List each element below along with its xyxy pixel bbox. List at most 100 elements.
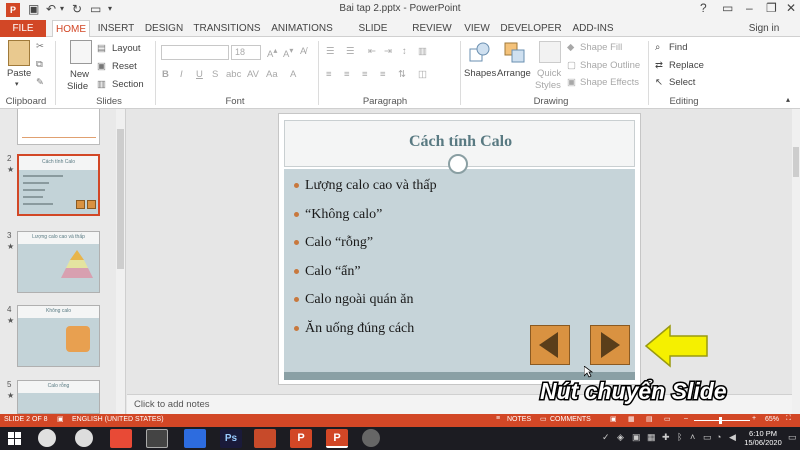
battery-icon[interactable]: ▭ [703,432,712,443]
font-size-field[interactable]: 18 [231,45,261,60]
chrome-icon[interactable] [38,429,56,447]
quick-styles-label-1[interactable]: Quick [537,68,561,79]
bullet-item[interactable]: Calo “rỗng” [294,235,373,251]
slide-title[interactable]: Cách tính Calo [285,133,636,151]
thumbnail-slide-3[interactable]: Lượng calo cao và thấp [17,231,100,293]
italic-icon[interactable]: I [180,69,183,80]
app-circle-icon[interactable] [75,429,93,447]
tray-icon[interactable]: ✚ [662,432,670,443]
arrange-button[interactable]: Arrange [497,68,531,79]
bold-icon[interactable]: B [162,69,169,80]
new-slide-label-2[interactable]: Slide [67,81,88,92]
line-spacing-icon[interactable]: ↕ [402,46,407,57]
slide-sorter-icon[interactable]: ▦ [628,415,635,423]
font-name-field[interactable] [161,45,229,60]
smartart-icon[interactable]: ◫ [418,69,427,80]
shadow-icon[interactable]: S [212,69,218,80]
bullet-item[interactable]: Calo “ẩn” [294,264,361,280]
tab-file[interactable]: FILE [0,20,46,37]
tray-icon[interactable]: ▣ [632,432,641,443]
show-hidden-icons[interactable]: ˄ [690,432,695,442]
tab-add-ins[interactable]: ADD-INS [568,20,618,37]
bullet-item[interactable]: Ăn uống đúng cách [294,321,414,337]
clock[interactable]: 6:10 PM 15/06/2020 [740,429,786,447]
align-right-icon[interactable]: ≡ [362,69,368,80]
shape-fill-button[interactable]: Shape Fill [580,42,622,53]
close-icon[interactable]: ✕ [786,1,796,15]
notes-placeholder[interactable]: Click to add notes [134,399,210,410]
align-left-icon[interactable]: ≡ [326,69,332,80]
photoshop-icon[interactable]: Ps [220,429,242,448]
clear-formatting-icon[interactable]: A̸ [300,46,306,57]
bullet-item[interactable]: Calo ngoài quán ăn [294,292,413,308]
tab-review[interactable]: REVIEW [410,20,454,37]
minimize-icon[interactable]: – [746,1,753,15]
thumbnail-slide-2[interactable]: Cách tính Calo [17,154,100,216]
thumbnails-scrollbar[interactable] [116,109,125,414]
quick-styles-icon[interactable] [539,41,561,63]
section-button[interactable]: Section [112,79,144,90]
shape-outline-button[interactable]: Shape Outline [580,60,640,71]
next-slide-button[interactable] [590,325,630,365]
spell-check-icon[interactable]: ▣ [57,415,64,423]
align-center-icon[interactable]: ≡ [344,69,350,80]
bluetooth-icon[interactable]: ᛒ [677,432,682,442]
previous-slide-button[interactable] [530,325,570,365]
reset-button[interactable]: Reset [112,61,137,72]
powerpoint-active-icon[interactable]: P [326,429,348,448]
bullet-item[interactable]: Lượng calo cao và thấp [294,178,437,194]
tab-slide-show[interactable]: SLIDE SHOW [342,20,404,51]
help-icon[interactable]: ? [700,1,707,15]
thumbnail-slide-4[interactable]: Không calo [17,305,100,367]
start-icon[interactable] [8,432,21,445]
shapes-button[interactable]: Shapes [464,68,496,79]
powerpoint-icon[interactable] [254,429,276,448]
tab-transitions[interactable]: TRANSITIONS [192,20,262,37]
reading-view-icon[interactable]: ▤ [646,415,653,423]
layout-button[interactable]: Layout [112,43,141,54]
paste-button[interactable]: Paste [7,68,31,79]
text-direction-icon[interactable]: ⇅ [398,69,406,80]
app-blue-icon[interactable] [184,429,206,448]
sign-in-link[interactable]: Sign in [742,20,786,37]
app-gray-icon[interactable] [362,429,380,447]
powerpoint-icon[interactable]: P [290,429,312,448]
justify-icon[interactable]: ≡ [380,69,386,80]
editor-scrollbar[interactable] [792,109,800,414]
new-slide-icon[interactable] [70,40,92,64]
tab-design[interactable]: DESIGN [143,20,185,37]
comments-toggle[interactable]: COMMENTS [550,416,591,423]
paste-icon[interactable] [8,40,30,66]
copy-icon[interactable]: ⧉ [36,59,43,70]
zoom-out-icon[interactable]: – [684,415,688,422]
collapse-ribbon-icon[interactable]: ▴ [786,95,790,104]
app-red-icon[interactable] [110,429,132,448]
font-color-icon[interactable]: A [290,69,296,80]
new-slide-label-1[interactable]: New [70,69,89,80]
tray-icon[interactable]: ▦ [647,432,656,443]
shrink-font-icon[interactable]: A▾ [283,46,293,60]
underline-icon[interactable]: U [196,69,203,80]
language-indicator[interactable]: ENGLISH (UNITED STATES) [72,416,164,423]
decrease-indent-icon[interactable]: ⇤ [368,46,376,57]
tab-insert[interactable]: INSERT [95,20,137,37]
change-case-icon[interactable]: Aa [266,69,278,80]
zoom-level[interactable]: 65% [765,416,779,423]
ribbon-display-icon[interactable]: ▭ [722,1,733,15]
zoom-slider[interactable] [694,420,750,421]
replace-button[interactable]: Replace [669,60,704,71]
columns-icon[interactable]: ▥ [418,46,427,57]
find-button[interactable]: Find [669,42,687,53]
restore-icon[interactable]: ❐ [766,1,777,15]
notifications-icon[interactable]: ▭ [788,432,797,443]
tray-icon[interactable]: ✓ [602,432,610,443]
tray-icon[interactable]: ◈ [617,432,624,443]
paste-dropdown-icon[interactable]: ▾ [15,80,19,88]
select-button[interactable]: Select [669,77,695,88]
tab-developer[interactable]: DEVELOPER [500,20,562,37]
slideshow-view-icon[interactable]: ▭ [664,415,671,423]
strikethrough-icon[interactable]: abc [226,69,241,80]
increase-indent-icon[interactable]: ⇥ [384,46,392,57]
shape-effects-button[interactable]: Shape Effects [580,77,639,88]
slide-thumbnails-pane[interactable]: 2 ★ Cách tính Calo 3 ★ Lượng calo cao và… [0,109,126,414]
